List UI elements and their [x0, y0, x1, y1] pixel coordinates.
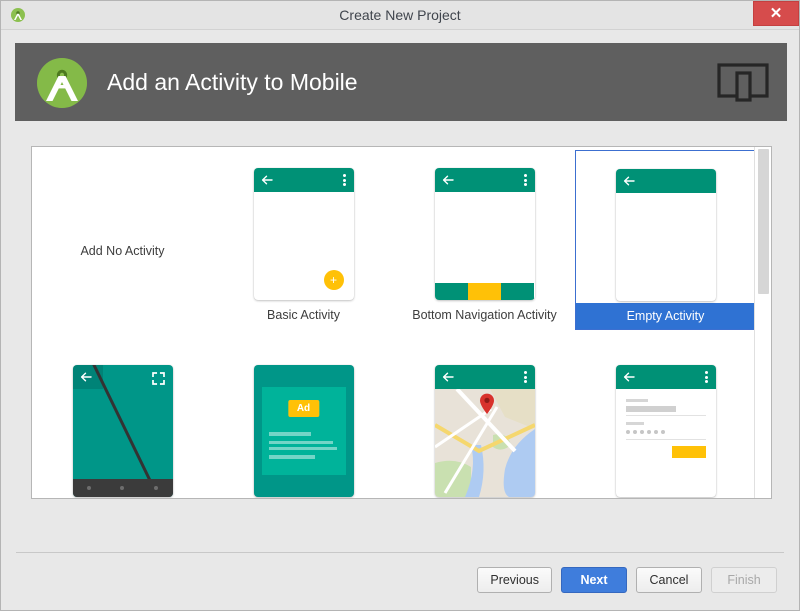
template-tile-add-no-activity[interactable]: Add No Activity — [32, 150, 213, 328]
phone-mock — [615, 365, 716, 497]
login-field-label — [625, 399, 648, 402]
login-username-field — [625, 406, 676, 412]
phone-mock — [434, 365, 535, 497]
template-grid: Add No Activity + Basic Activity Bottom … — [32, 147, 756, 498]
ad-badge: Ad — [287, 400, 320, 417]
footer-divider — [16, 552, 784, 553]
window-title: Create New Project — [339, 7, 461, 23]
template-tile-maps-activity[interactable] — [394, 347, 575, 498]
phone-mock — [615, 169, 716, 301]
template-label-empty-activity: Empty Activity — [576, 303, 755, 329]
template-tile-bottom-navigation-activity[interactable]: Bottom Navigation Activity — [394, 150, 575, 328]
back-arrow-icon — [623, 372, 635, 382]
back-arrow-icon — [80, 372, 92, 382]
create-new-project-dialog: Create New Project ✕ Add an Activity to … — [0, 0, 800, 611]
ad-text-line — [268, 447, 337, 450]
activity-template-gallery: Add No Activity + Basic Activity Bottom … — [31, 146, 772, 499]
phone-mock — [72, 365, 173, 497]
fullscreen-expand-icon — [151, 372, 165, 385]
back-arrow-icon — [623, 176, 635, 186]
title-bar: Create New Project ✕ — [1, 1, 799, 30]
bottom-navigation-preview — [394, 150, 575, 302]
overflow-menu-icon — [523, 371, 527, 383]
template-tile-basic-activity[interactable]: + Basic Activity — [213, 150, 394, 328]
gallery-scrollbar[interactable] — [754, 147, 771, 498]
bottom-navigation-bar — [434, 283, 535, 300]
overflow-menu-icon — [342, 174, 346, 186]
system-navigation-bar — [72, 479, 173, 497]
close-icon: ✕ — [769, 5, 783, 22]
dialog-button-bar: Previous Next Cancel Finish — [477, 567, 777, 593]
back-arrow-icon — [442, 175, 454, 185]
dialog-header: Add an Activity to Mobile — [15, 43, 787, 121]
login-field-underline — [625, 415, 706, 416]
tile-label-spacer — [32, 302, 213, 328]
basic-activity-preview: + — [213, 150, 394, 302]
map-pin-icon — [479, 393, 494, 414]
no-activity-preview: Add No Activity — [32, 150, 213, 302]
overflow-menu-icon — [704, 371, 708, 383]
login-password-field — [625, 430, 665, 434]
finish-button: Finish — [711, 567, 777, 593]
maps-activity-preview — [394, 347, 575, 498]
login-activity-preview — [575, 347, 756, 498]
mobile-device-icon — [717, 63, 769, 102]
login-field-underline — [625, 439, 706, 440]
page-title: Add an Activity to Mobile — [107, 69, 358, 95]
back-arrow-icon — [442, 372, 454, 382]
login-submit-button — [671, 446, 706, 458]
close-button[interactable]: ✕ — [753, 1, 799, 26]
template-tile-ads-activity[interactable]: Ad — [213, 347, 394, 498]
phone-mock: Ad — [253, 365, 354, 497]
fullscreen-activity-preview — [32, 347, 213, 498]
template-tile-login-activity[interactable] — [575, 347, 756, 498]
template-label-bottom-navigation-activity: Bottom Navigation Activity — [412, 308, 557, 322]
ad-text-line — [268, 441, 333, 444]
login-field-label — [625, 422, 644, 425]
template-tile-fullscreen-activity[interactable] — [32, 347, 213, 498]
phone-mock: + — [253, 168, 354, 300]
cancel-button[interactable]: Cancel — [636, 567, 702, 593]
gallery-scrollbar-thumb[interactable] — [758, 149, 769, 294]
previous-button[interactable]: Previous — [477, 567, 552, 593]
template-label-add-no-activity: Add No Activity — [80, 244, 165, 258]
template-label-basic-activity: Basic Activity — [267, 308, 340, 322]
back-arrow-icon — [261, 175, 273, 185]
overflow-menu-icon — [523, 174, 527, 186]
empty-activity-preview — [576, 151, 755, 303]
ad-text-line — [268, 455, 315, 459]
ad-card: Ad — [261, 387, 346, 475]
next-button[interactable]: Next — [561, 567, 627, 593]
ad-text-line — [268, 432, 311, 436]
android-studio-logo-icon — [37, 58, 87, 108]
ads-activity-preview: Ad — [213, 347, 394, 498]
phone-mock — [434, 168, 535, 300]
template-tile-empty-activity[interactable]: Empty Activity — [575, 150, 756, 330]
floating-action-button-icon: + — [323, 270, 344, 290]
